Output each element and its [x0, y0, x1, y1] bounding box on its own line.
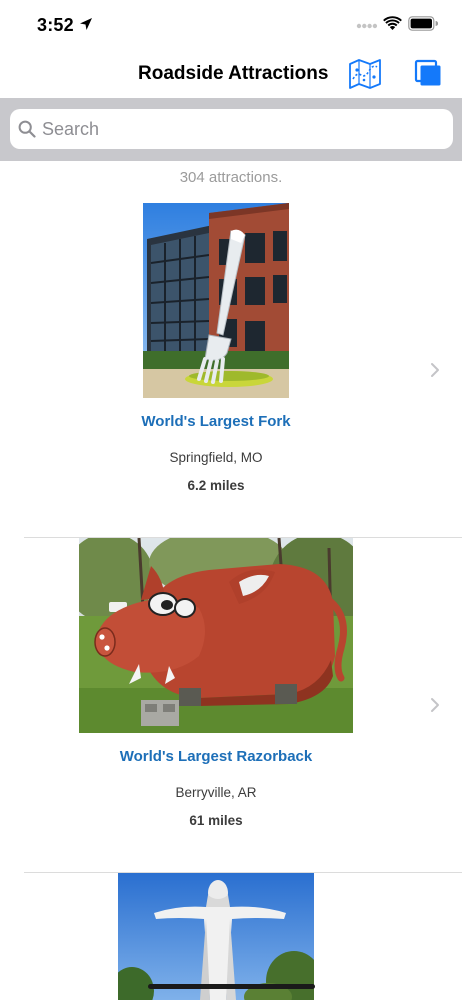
giant-fork-photo — [143, 203, 289, 398]
chevron-right-icon — [431, 698, 439, 712]
search-field[interactable] — [10, 109, 453, 149]
status-bar: 3:52 — [0, 0, 462, 50]
search-icon — [18, 120, 36, 138]
item-distance: 6.2 miles — [187, 478, 245, 493]
razorback-photo — [79, 538, 353, 733]
list-item[interactable]: World's Largest Razorback Berryville, AR… — [0, 538, 462, 872]
christ-statue-photo — [118, 873, 314, 1000]
search-bar — [0, 98, 462, 161]
item-title[interactable]: World's Largest Fork — [0, 413, 432, 430]
item-distance: 61 miles — [189, 813, 243, 828]
cellular-signal-icon — [356, 23, 378, 29]
home-indicator — [148, 984, 315, 989]
item-location: Berryville, AR — [175, 785, 257, 800]
status-time: 3:52 — [37, 15, 74, 35]
copy-icon[interactable] — [414, 59, 442, 87]
wifi-icon — [383, 16, 402, 30]
navigation-bar: Roadside Attractions — [0, 50, 462, 98]
item-location: Springfield, MO — [169, 450, 263, 465]
map-icon[interactable] — [348, 58, 382, 90]
result-count: 304 attractions. — [179, 169, 283, 186]
page-title: Roadside Attractions — [138, 63, 329, 84]
battery-icon — [408, 16, 438, 31]
list-item[interactable] — [0, 873, 462, 1000]
item-title[interactable]: World's Largest Razorback — [0, 748, 432, 765]
chevron-right-icon — [431, 363, 439, 377]
location-arrow-icon — [80, 18, 92, 30]
list-item[interactable]: World's Largest Fork Springfield, MO 6.2… — [0, 203, 462, 537]
search-input[interactable] — [42, 109, 442, 149]
